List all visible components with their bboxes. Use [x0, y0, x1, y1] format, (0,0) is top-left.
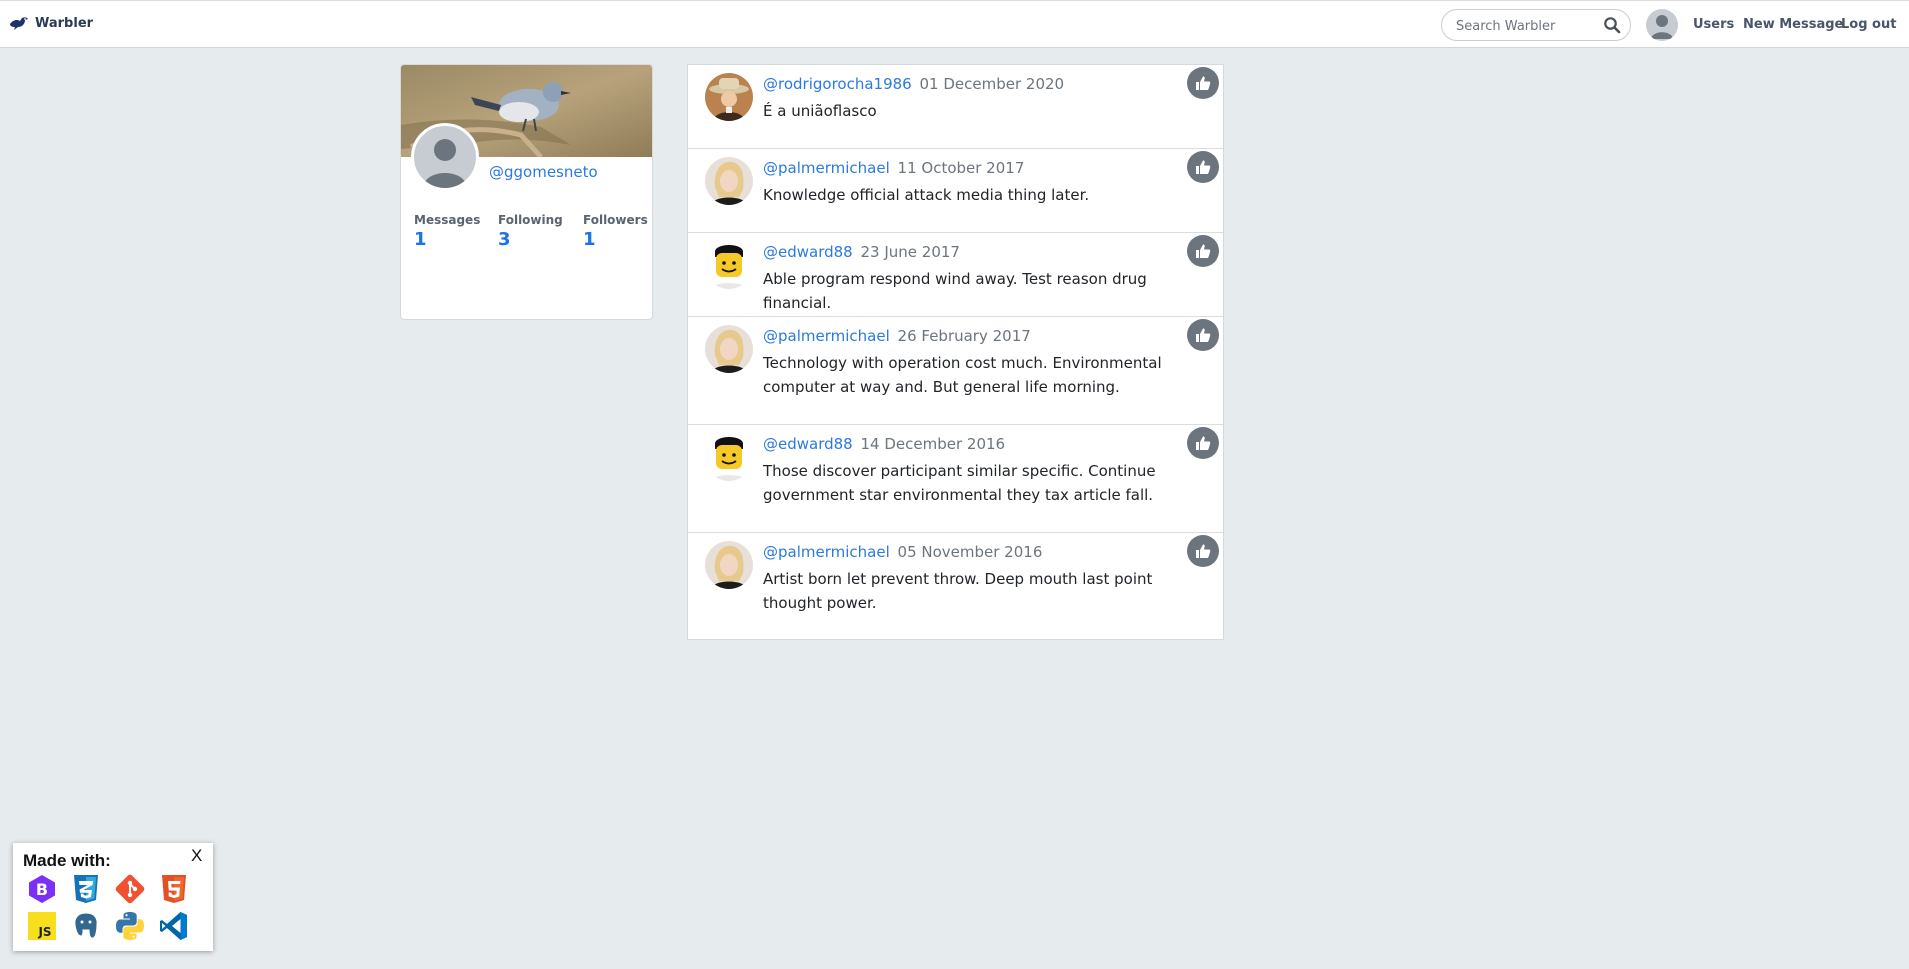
message-text: Technology with operation cost much. Env… — [763, 354, 1162, 396]
user-avatar[interactable] — [705, 73, 753, 121]
user-avatar[interactable] — [705, 433, 753, 481]
like-button[interactable] — [1187, 535, 1219, 567]
stat-label: Following — [498, 213, 563, 227]
stat-label: Messages — [414, 213, 481, 227]
navbar: Warbler Users New Message Log out — [0, 0, 1909, 48]
message-item[interactable]: @edward88 14 December 2016 Those discove… — [688, 425, 1223, 533]
message-username-link[interactable]: @palmermichael — [763, 327, 890, 345]
message-date: 23 June 2017 — [860, 243, 960, 261]
css3-icon — [74, 875, 98, 903]
user-avatar[interactable] — [705, 325, 753, 373]
message-text: Able program respond wind away. Test rea… — [763, 270, 1147, 312]
like-button[interactable] — [1187, 319, 1219, 351]
stat-messages-count[interactable]: 1 — [414, 229, 480, 250]
message-date: 26 February 2017 — [897, 327, 1031, 345]
message-item[interactable]: @edward88 23 June 2017 Able program resp… — [688, 233, 1223, 317]
default-user-icon — [1651, 15, 1673, 39]
message-date: 14 December 2016 — [860, 435, 1006, 453]
python-icon — [116, 912, 144, 940]
message-header: @palmermichael 05 November 2016 — [763, 543, 1042, 561]
like-button[interactable] — [1187, 235, 1219, 267]
thumbs-up-icon — [1196, 160, 1211, 174]
message-feed: @rodrigorocha1986 01 December 2020 É a u… — [687, 64, 1224, 640]
message-item[interactable]: @rodrigorocha1986 01 December 2020 É a u… — [688, 65, 1223, 149]
brand-name: Warbler — [35, 15, 94, 31]
message-header: @edward88 23 June 2017 — [763, 243, 960, 261]
thumbs-up-icon — [1196, 544, 1211, 558]
vscode-icon — [160, 912, 187, 940]
message-header: @edward88 14 December 2016 — [763, 435, 1005, 453]
like-button[interactable] — [1187, 67, 1219, 99]
html5-icon — [162, 875, 186, 903]
nav-users-link[interactable]: Users — [1693, 17, 1734, 32]
default-user-icon — [423, 139, 467, 188]
bootstrap-letter: B — [36, 880, 48, 899]
made-with-close-button[interactable]: X — [191, 846, 202, 866]
user-avatar[interactable] — [705, 541, 753, 589]
profile-card: @ggomesneto Messages 1 Following 3 Follo… — [400, 64, 653, 320]
thumbs-up-icon — [1196, 76, 1211, 90]
stat-followers-count[interactable]: 1 — [583, 229, 648, 250]
message-date: 05 November 2016 — [897, 543, 1043, 561]
profile-username-link[interactable]: @ggomesneto — [489, 163, 598, 181]
message-username-link[interactable]: @palmermichael — [763, 543, 890, 561]
bootstrap-icon: B — [29, 875, 55, 903]
user-avatar[interactable] — [705, 241, 753, 289]
cowboy-hat-avatar-icon — [705, 73, 753, 121]
message-text: É a uniãoflasco — [763, 102, 877, 120]
made-with-title: Made with: — [23, 851, 111, 870]
blonde-woman-avatar-icon — [705, 157, 753, 205]
message-text: Artist born let prevent throw. Deep mout… — [763, 570, 1153, 612]
lego-minifigure-avatar-icon — [705, 241, 753, 289]
blonde-woman-avatar-icon — [705, 541, 753, 589]
made-with-widget: Made with: X B JS — [13, 843, 213, 951]
search-box — [1441, 9, 1631, 41]
message-username-link[interactable]: @edward88 — [763, 435, 853, 453]
stat-messages: Messages 1 — [414, 213, 480, 250]
stat-following-count[interactable]: 3 — [498, 229, 563, 250]
message-text: Those discover participant similar speci… — [763, 462, 1156, 504]
current-user-avatar[interactable] — [1646, 9, 1678, 41]
message-item[interactable]: @palmermichael 11 October 2017 Knowledge… — [688, 149, 1223, 233]
like-button[interactable] — [1187, 427, 1219, 459]
blonde-woman-avatar-icon — [705, 325, 753, 373]
message-header: @palmermichael 11 October 2017 — [763, 159, 1024, 177]
postgresql-icon — [74, 912, 98, 939]
search-input[interactable] — [1454, 17, 1598, 35]
git-icon — [115, 874, 145, 904]
profile-avatar[interactable] — [411, 123, 479, 191]
message-date: 01 December 2020 — [919, 75, 1065, 93]
search-icon[interactable] — [1603, 16, 1621, 34]
message-item[interactable]: @palmermichael 26 February 2017 Technolo… — [688, 317, 1223, 425]
lego-minifigure-avatar-icon — [705, 433, 753, 481]
stat-followers: Followers 1 — [583, 213, 648, 250]
like-button[interactable] — [1187, 151, 1219, 183]
message-text: Knowledge official attack media thing la… — [763, 186, 1090, 204]
message-username-link[interactable]: @palmermichael — [763, 159, 890, 177]
thumbs-up-icon — [1196, 244, 1211, 258]
stat-label: Followers — [583, 213, 648, 227]
javascript-letters: JS — [37, 925, 51, 939]
brand-link[interactable]: Warbler — [9, 15, 93, 31]
user-avatar[interactable] — [705, 157, 753, 205]
message-username-link[interactable]: @rodrigorocha1986 — [763, 75, 912, 93]
message-header: @rodrigorocha1986 01 December 2020 — [763, 75, 1064, 93]
message-item[interactable]: @palmermichael 05 November 2016 Artist b… — [688, 533, 1223, 639]
message-header: @palmermichael 26 February 2017 — [763, 327, 1031, 345]
warbler-logo-icon — [10, 17, 28, 30]
nav-new-message-link[interactable]: New Message — [1743, 17, 1843, 32]
javascript-icon: JS — [28, 912, 56, 940]
message-username-link[interactable]: @edward88 — [763, 243, 853, 261]
thumbs-up-icon — [1196, 328, 1211, 342]
nav-logout-link[interactable]: Log out — [1841, 17, 1896, 32]
stat-following: Following 3 — [498, 213, 563, 250]
message-date: 11 October 2017 — [897, 159, 1025, 177]
thumbs-up-icon — [1196, 436, 1211, 450]
